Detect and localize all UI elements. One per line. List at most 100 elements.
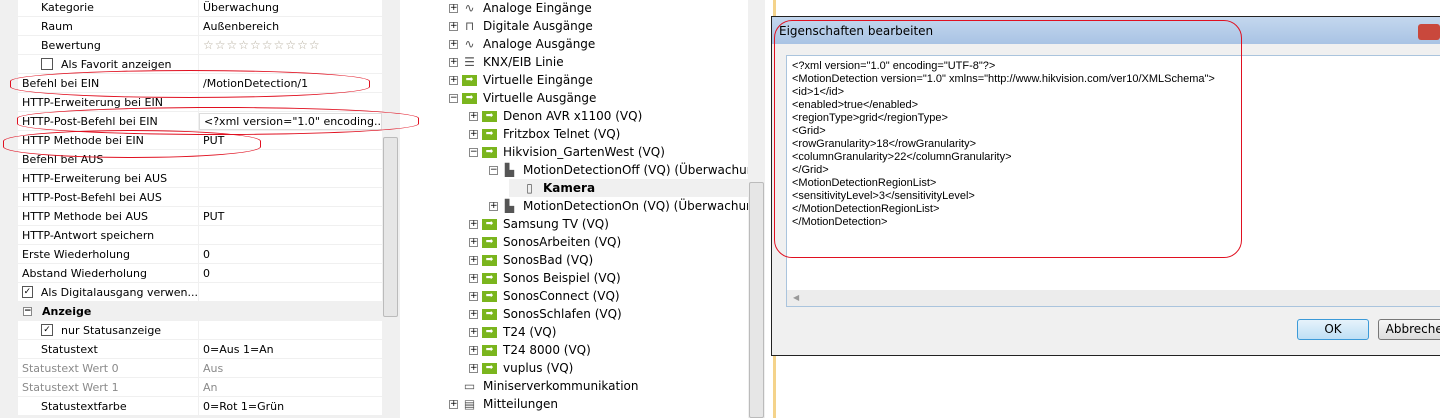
property-label-text: Als Favorit anzeigen: [61, 57, 172, 71]
tree-item[interactable]: + ▤ Mitteilungen: [449, 395, 558, 413]
property-row[interactable]: Erste Wiederholung 0: [18, 245, 382, 264]
expand-icon[interactable]: +: [449, 21, 458, 31]
property-row[interactable]: HTTP-Erweiterung bei AUS: [18, 169, 382, 188]
properties-scrollbar[interactable]: [382, 0, 399, 410]
property-row[interactable]: Kategorie Überwachung: [18, 0, 382, 17]
property-row[interactable]: Statustextfarbe 0=Rot 1=Grün: [18, 397, 382, 416]
tree-item[interactable]: +▭Miniserverkommunikation: [449, 377, 639, 395]
ok-button[interactable]: OK: [1297, 319, 1369, 340]
tree-item-label: Miniserverkommunikation: [483, 379, 639, 393]
expand-icon[interactable]: +: [469, 111, 478, 121]
property-label: HTTP-Post-Befehl bei EIN: [18, 112, 199, 130]
property-label: Befehl bei AUS: [18, 150, 199, 168]
tree-item[interactable]: + ➡ Denon AVR x1100 (VQ): [469, 107, 642, 125]
property-row[interactable]: Als Favorit anzeigen: [18, 55, 382, 74]
collapse-icon[interactable]: −: [489, 165, 498, 175]
xml-textarea[interactable]: <?xml version="1.0" encoding="UTF-8"?> <…: [786, 55, 1440, 307]
tree-item[interactable]: + ➡ T24 8000 (VQ): [469, 341, 591, 359]
tree-item[interactable]: + ➡ SonosConnect (VQ): [469, 287, 620, 305]
property-row[interactable]: Statustext Wert 0 Aus: [18, 359, 382, 378]
expand-icon[interactable]: +: [449, 3, 458, 13]
tree-item-label: Hikvision_GartenWest (VQ): [503, 145, 665, 159]
tree-item[interactable]: + ⊓ Digitale Ausgänge: [449, 17, 593, 35]
tree-item[interactable]: + ☰ KNX/EIB Linie: [449, 53, 564, 71]
tree-scrollbar[interactable]: [748, 0, 765, 418]
tree-item[interactable]: + ➡ vuplus (VQ): [469, 359, 573, 377]
property-row[interactable]: Abstand Wiederholung 0: [18, 264, 382, 283]
tree-item[interactable]: + ➡ Sonos Beispiel (VQ): [469, 269, 621, 287]
tree-item-label: Digitale Ausgänge: [483, 19, 593, 33]
tree-item[interactable]: +▯Kamera: [509, 179, 765, 197]
checkbox[interactable]: [41, 58, 53, 70]
property-row[interactable]: HTTP-Antwort speichern: [18, 226, 382, 245]
expand-icon[interactable]: +: [469, 129, 478, 139]
expand-icon[interactable]: +: [469, 273, 478, 283]
scrollbar-thumb[interactable]: [383, 137, 398, 317]
property-label: Kategorie: [18, 0, 199, 16]
virtual-icon: ➡: [482, 128, 497, 140]
tree-item[interactable]: + ▙ MotionDetectionOn (VQ) (Überwachung, A…: [489, 197, 765, 215]
property-row[interactable]: Befehl bei AUS: [18, 150, 382, 169]
tree-item-label: KNX/EIB Linie: [483, 55, 564, 69]
collapse-icon[interactable]: −: [23, 306, 32, 316]
scrollbar-thumb[interactable]: [749, 182, 764, 418]
virtual-icon: ➡: [482, 326, 497, 338]
expand-icon[interactable]: +: [469, 291, 478, 301]
property-row[interactable]: Raum Außenbereich: [18, 17, 382, 36]
tree-item[interactable]: + ➡ SonosBad (VQ): [469, 251, 593, 269]
close-icon[interactable]: [1418, 24, 1440, 40]
tree-item[interactable]: − ➡ Virtuelle Ausgänge: [449, 89, 596, 107]
property-row[interactable]: Statustext Wert 1 An: [18, 378, 382, 397]
tree-item[interactable]: + ∿ Analoge Ausgänge: [449, 35, 595, 53]
property-value[interactable]: <?xml version="1.0" encoding.....: [199, 112, 382, 130]
expand-icon[interactable]: +: [489, 201, 498, 211]
xml-content[interactable]: <?xml version="1.0" encoding="UTF-8"?> <…: [787, 56, 1440, 233]
expand-icon[interactable]: +: [469, 219, 478, 229]
expand-icon[interactable]: +: [449, 399, 458, 409]
property-label-text: Erste Wiederholung: [22, 247, 131, 261]
tree-item[interactable]: + ∿ Analoge Eingänge: [449, 0, 592, 17]
property-row[interactable]: Befehl bei EIN/MotionDetection/1: [18, 74, 382, 93]
property-row[interactable]: HTTP-Post-Befehl bei AUS: [18, 188, 382, 207]
property-row[interactable]: Statustext 0=Aus 1=An: [18, 340, 382, 359]
tree-item[interactable]: + ➡ SonosSchlafen (VQ): [469, 305, 622, 323]
virtual-icon: ➡: [482, 362, 497, 374]
tree-item[interactable]: + ➡ Virtuelle Eingänge: [449, 71, 593, 89]
cancel-button[interactable]: Abbrechen: [1378, 319, 1440, 340]
property-label-text: HTTP-Erweiterung bei AUS: [22, 171, 168, 185]
network-icon: ▭: [463, 379, 476, 393]
expand-icon[interactable]: +: [449, 39, 458, 49]
property-row[interactable]: ✓ nur Statusanzeige: [18, 321, 382, 340]
tree-item-label: Analoge Ausgänge: [483, 37, 596, 51]
property-row[interactable]: ✓ Als Digitalausgang verwen...: [18, 283, 382, 302]
tree-item[interactable]: − ➡ Hikvision_GartenWest (VQ): [469, 143, 665, 161]
tree-item[interactable]: − ▙ MotionDetectionOff (VQ) (Überwachung, …: [489, 161, 765, 179]
property-label: Abstand Wiederholung: [18, 264, 199, 282]
tree-item[interactable]: + ➡ T24 (VQ): [469, 323, 556, 341]
property-row[interactable]: HTTP-Erweiterung bei EIN: [18, 93, 382, 112]
checkbox[interactable]: ✓: [22, 286, 33, 298]
property-label-text: HTTP-Erweiterung bei EIN: [22, 95, 163, 109]
checkbox[interactable]: ✓: [41, 324, 53, 336]
property-row[interactable]: HTTP-Post-Befehl bei EIN <?xml version="1…: [18, 112, 382, 131]
horizontal-scrollbar[interactable]: ◀: [787, 290, 1440, 306]
collapse-icon[interactable]: −: [469, 147, 478, 157]
expand-icon[interactable]: +: [449, 75, 458, 85]
property-row[interactable]: HTTP Methode bei EIN PUT: [18, 131, 382, 150]
tree-item[interactable]: + ➡ Samsung TV (VQ): [469, 215, 609, 233]
property-row[interactable]: Bewertung ☆☆☆☆☆☆☆☆☆☆: [18, 36, 382, 55]
property-label-text: Anzeige: [42, 304, 92, 318]
property-row[interactable]: − Anzeige: [18, 302, 382, 321]
property-row[interactable]: HTTP Methode bei AUS PUT: [18, 207, 382, 226]
expand-icon[interactable]: +: [469, 309, 478, 319]
expand-icon[interactable]: +: [469, 363, 478, 373]
tree-item[interactable]: + ➡ Fritzbox Telnet (VQ): [469, 125, 620, 143]
expand-icon[interactable]: +: [469, 255, 478, 265]
expand-icon[interactable]: +: [469, 327, 478, 337]
collapse-icon[interactable]: −: [449, 93, 458, 103]
tree-item[interactable]: + ➡ SonosArbeiten (VQ): [469, 233, 621, 251]
expand-icon[interactable]: +: [469, 237, 478, 247]
property-label-text: Statustext: [41, 342, 98, 356]
expand-icon[interactable]: +: [469, 345, 478, 355]
expand-icon[interactable]: +: [449, 57, 458, 67]
